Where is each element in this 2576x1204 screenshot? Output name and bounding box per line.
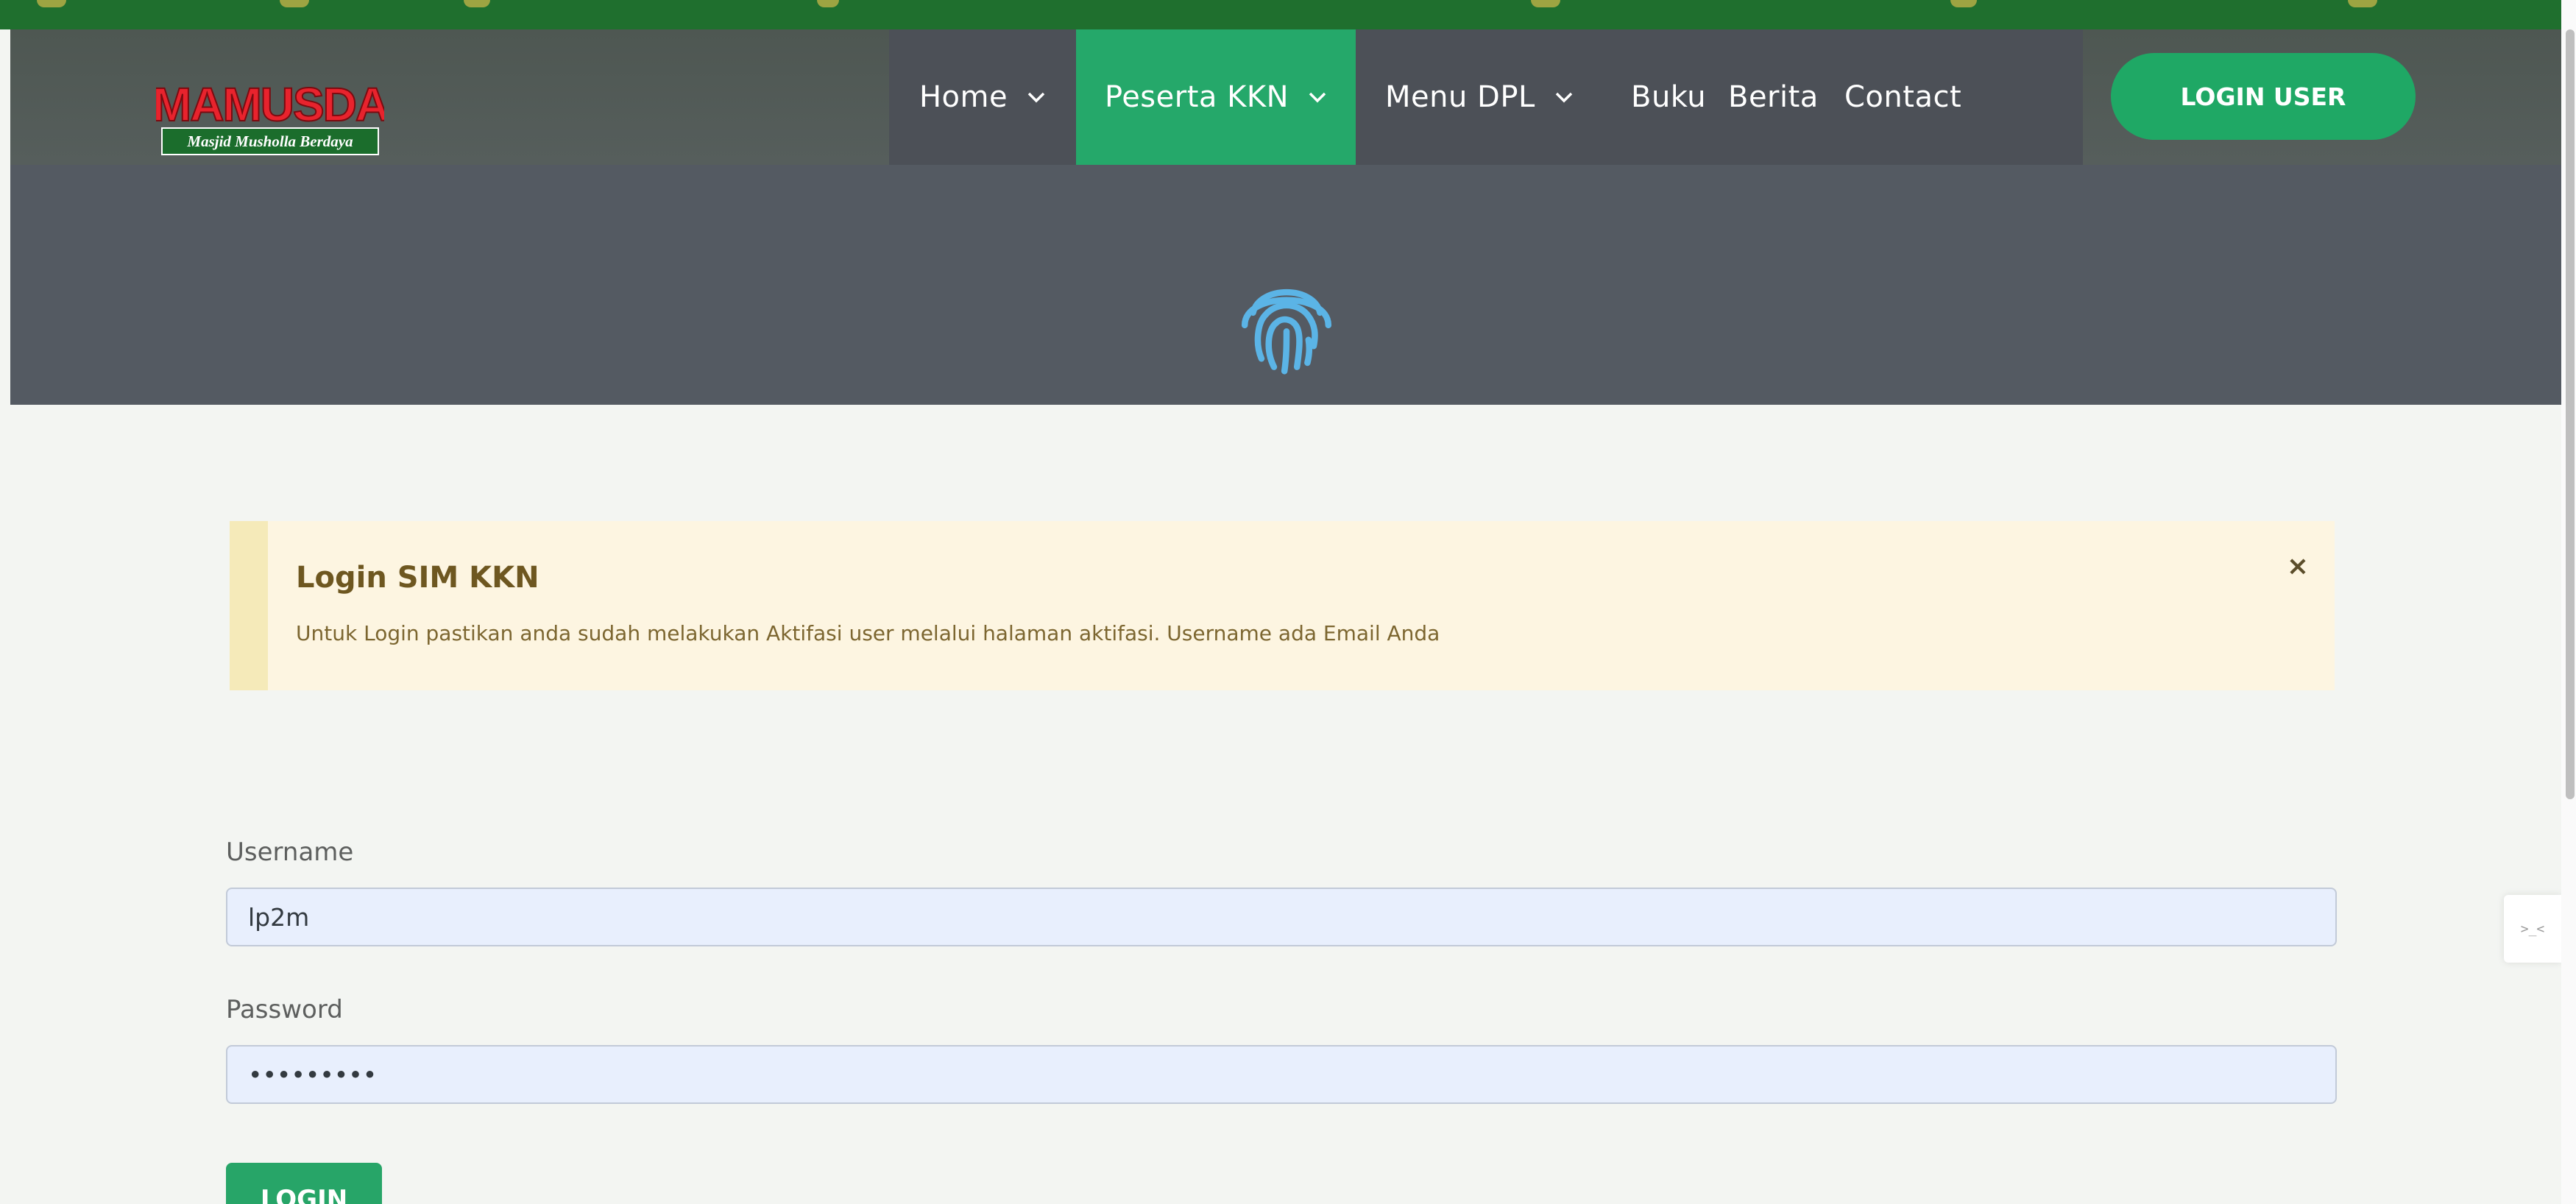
password-input[interactable] — [226, 1045, 2337, 1104]
site-header: MAMUSDA Masjid Musholla Berdaya Home Pes… — [10, 29, 2561, 165]
password-label: Password — [226, 995, 343, 1024]
nav-item-label: Menu DPL — [1385, 80, 1535, 114]
logo-tagline: Masjid Musholla Berdaya — [186, 132, 353, 150]
login-user-button[interactable]: LOGIN USER — [2111, 53, 2416, 140]
nav-item-buku[interactable]: Buku — [1631, 29, 1712, 165]
browser-viewport: MAMUSDA Masjid Musholla Berdaya Home Pes… — [0, 0, 2576, 1204]
logo-title: MAMUSDA — [156, 78, 384, 131]
site-logo[interactable]: MAMUSDA Masjid Musholla Berdaya — [152, 66, 391, 159]
login-user-label: LOGIN USER — [2180, 82, 2346, 111]
alert-accent-bar — [230, 521, 268, 690]
scrollbar-thumb[interactable] — [2566, 29, 2575, 799]
hero-banner — [10, 165, 2561, 405]
chevron-down-icon — [1555, 92, 1572, 103]
nav-item-label: Home — [919, 80, 1008, 114]
nav-item-contact[interactable]: Contact — [1844, 29, 1992, 165]
top-decorative-strip — [0, 0, 2561, 29]
chevron-down-icon — [1027, 92, 1045, 103]
nav-item-home[interactable]: Home — [889, 29, 1076, 165]
fingerprint-icon — [1241, 289, 1332, 375]
login-info-alert: Login SIM KKN Untuk Login pastikan anda … — [230, 521, 2335, 690]
side-widget-text: >_< — [2520, 921, 2545, 937]
nav-item-berita[interactable]: Berita — [1728, 29, 1831, 165]
main-navigation: Home Peserta KKN Menu DPL Buku Berita Co… — [889, 29, 2083, 165]
username-label: Username — [226, 838, 354, 867]
nav-item-peserta-kkn[interactable]: Peserta KKN — [1076, 29, 1356, 165]
login-button-label: LOGIN — [260, 1185, 348, 1204]
username-input[interactable] — [226, 888, 2337, 946]
nav-item-label: Berita — [1728, 80, 1819, 114]
close-icon[interactable]: × — [2283, 552, 2313, 581]
nav-item-label: Peserta KKN — [1105, 80, 1289, 114]
nav-item-label: Buku — [1631, 80, 1707, 114]
nav-item-menu-dpl[interactable]: Menu DPL — [1385, 29, 1581, 165]
login-button[interactable]: LOGIN — [226, 1163, 382, 1204]
alert-message: Untuk Login pastikan anda sudah melakuka… — [296, 621, 1440, 645]
side-widget-tab[interactable]: >_< — [2504, 895, 2561, 963]
alert-title: Login SIM KKN — [296, 561, 539, 595]
chevron-down-icon — [1309, 92, 1326, 103]
nav-item-label: Contact — [1844, 80, 1962, 114]
